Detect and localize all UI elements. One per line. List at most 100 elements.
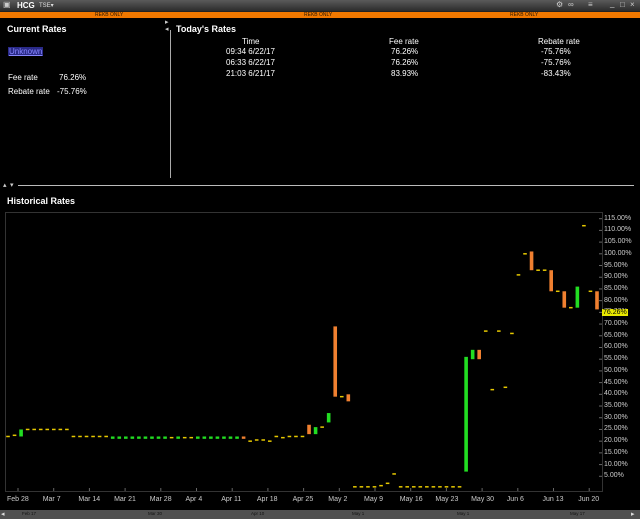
rate-candle: [110, 436, 115, 439]
rate-candle: [156, 436, 161, 439]
y-tick-label: 40.00%: [604, 390, 628, 398]
rate-candle: [58, 428, 63, 431]
rate-candle: [313, 427, 318, 435]
y-tick-label: 60.00%: [604, 343, 628, 351]
rate-candle: [595, 291, 599, 310]
rate-candle: [150, 436, 154, 439]
rate-candle: [555, 290, 560, 293]
rate-candle: [261, 439, 266, 441]
rate-candle: [425, 486, 429, 488]
rate-candle: [117, 436, 122, 439]
rate-candle: [346, 394, 351, 402]
rate-candle: [182, 436, 187, 439]
rate-candle: [405, 486, 410, 488]
rate-candle: [300, 435, 305, 438]
y-tick-label: 105.00%: [604, 238, 632, 246]
rate-candle: [523, 253, 527, 255]
rate-candle: [25, 428, 30, 431]
rate-candle: [195, 436, 200, 439]
rate-candle: [169, 436, 174, 439]
rate-candle: [392, 473, 396, 475]
y-tick-label: 25.00%: [604, 425, 628, 433]
rate-candle: [124, 436, 128, 439]
rate-candle: [32, 428, 36, 431]
rate-candle: [228, 436, 233, 439]
rate-candle: [45, 428, 50, 431]
navigator-label: Feb 17: [22, 511, 37, 516]
rate-candle: [562, 291, 567, 308]
x-tick-label: Apr 25: [292, 496, 314, 503]
rate-candle: [84, 435, 89, 438]
rate-candle: [71, 435, 76, 438]
y-tick-label: 45.00%: [604, 378, 628, 386]
rate-candle: [333, 326, 338, 397]
y-tick-label: 5.00%: [604, 472, 624, 480]
y-tick-label: 20.00%: [604, 437, 628, 445]
rate-candle: [104, 435, 108, 438]
rate-candle: [569, 306, 573, 309]
y-tick-label: 90.00%: [604, 273, 628, 281]
rate-candle: [19, 429, 23, 437]
x-tick-label: May 2: [328, 496, 348, 503]
y-tick-label: 100.00%: [604, 249, 632, 257]
navigator-label: Mar 30: [148, 511, 163, 516]
rate-candle: [176, 436, 180, 439]
rate-candle: [267, 440, 272, 442]
y-tick-label: 35.00%: [604, 402, 628, 410]
x-tick-label: Jun 20: [578, 496, 600, 503]
rate-candle: [52, 428, 56, 431]
rate-candle: [78, 435, 82, 438]
rate-candle: [510, 332, 514, 335]
navigator-label: May 1: [352, 511, 365, 516]
x-tick-label: Jun 6: [506, 496, 524, 503]
rate-candle: [549, 270, 553, 292]
rate-candle: [483, 330, 488, 332]
y-tick-label: 110.00%: [604, 226, 632, 234]
rate-candle: [464, 356, 468, 472]
y-tick-label: 65.00%: [604, 331, 628, 339]
rate-candle: [529, 251, 534, 271]
rate-candle: [353, 486, 357, 488]
y-tick-label: 95.00%: [604, 261, 628, 269]
current-price-label: 76.26%: [602, 309, 628, 316]
y-tick-label: 85.00%: [604, 284, 628, 292]
rate-candle: [254, 439, 259, 441]
y-tick-label: 10.00%: [604, 460, 628, 468]
chart-navigator[interactable]: ◂ ▸ Feb 17 Mar 30 Apr 10 May 1 May 1 May…: [0, 510, 640, 519]
rate-candle: [490, 388, 495, 391]
rate-candle: [222, 436, 226, 439]
x-tick-label: Jun 13: [542, 496, 564, 503]
rate-candle: [189, 436, 194, 439]
rate-candle: [294, 435, 298, 438]
rate-candle: [503, 386, 508, 389]
x-tick-label: Mar 28: [149, 496, 172, 503]
rate-candle: [326, 413, 331, 423]
rate-candle: [215, 436, 220, 439]
rate-candle: [398, 486, 403, 488]
rate-candle: [372, 486, 377, 488]
rate-candle: [130, 436, 135, 439]
y-tick-label: 55.00%: [604, 355, 628, 363]
rate-candle: [143, 436, 148, 439]
rate-candle: [366, 486, 370, 488]
navigator-label: May 1: [457, 511, 470, 516]
rate-candle: [12, 434, 17, 437]
rate-candle: [320, 426, 324, 428]
x-tick-label: Mar 14: [78, 496, 101, 503]
rate-candle: [307, 424, 311, 435]
rate-candle: [281, 436, 285, 439]
rate-candle: [451, 486, 455, 488]
scroll-left-icon[interactable]: ◂: [1, 510, 5, 518]
rate-candle: [287, 435, 292, 438]
rate-candle: [163, 436, 167, 439]
rate-candle: [274, 435, 279, 438]
y-tick-label: 115.00%: [604, 214, 632, 222]
rate-candle: [536, 269, 540, 271]
rate-candle: [97, 435, 102, 438]
rate-candle: [582, 224, 586, 227]
y-tick-label: 80.00%: [604, 296, 628, 304]
scroll-right-icon[interactable]: ▸: [631, 510, 635, 518]
historical-rates-chart[interactable]: [0, 0, 640, 519]
rate-candle: [65, 428, 69, 431]
x-tick-label: May 30: [471, 496, 495, 503]
